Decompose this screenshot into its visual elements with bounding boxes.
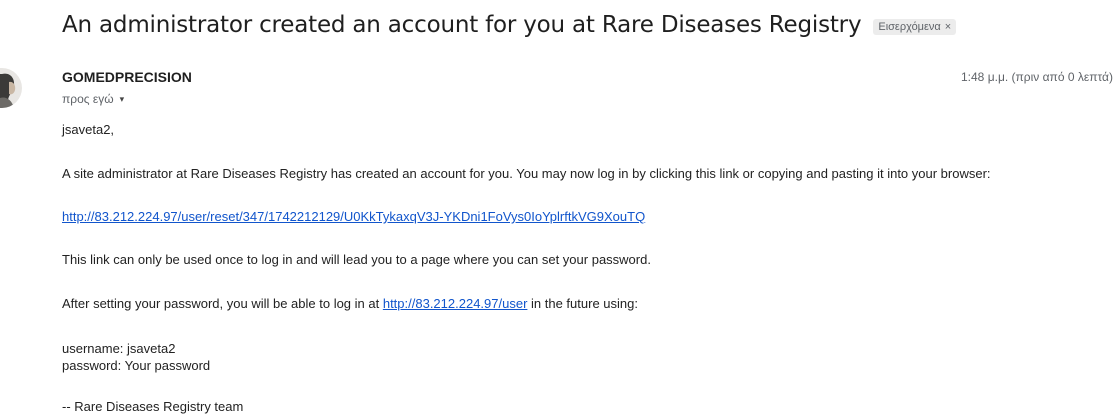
signature-line: -- Rare Diseases Registry team — [62, 399, 244, 414]
inbox-label-text: Εισερχόμενα — [878, 21, 941, 33]
sender-name: GOMEDPRECISION — [62, 69, 192, 85]
email-timestamp: 1:48 μ.μ. (πριν από 0 λεπτά) — [961, 70, 1113, 84]
inbox-label-chip[interactable]: Εισερχόμενα × — [873, 19, 957, 35]
remove-label-icon[interactable]: × — [945, 21, 951, 33]
show-details-icon[interactable]: ▾ — [120, 94, 125, 105]
recipient-text: προς εγώ — [62, 92, 114, 106]
reset-link-paragraph: http://83.212.224.97/user/reset/347/1742… — [62, 209, 645, 224]
sender-avatar[interactable] — [0, 68, 22, 108]
username-line: username: jsaveta2 — [62, 341, 176, 356]
password-line: password: Your password — [62, 358, 211, 373]
subject-row: An administrator created an account for … — [62, 12, 957, 38]
once-notice-paragraph: This link can only be used once to log i… — [62, 252, 651, 267]
email-view: An administrator created an account for … — [0, 0, 1117, 419]
reset-password-link[interactable]: http://83.212.224.97/user/reset/347/1742… — [62, 209, 645, 224]
login-info-paragraph: After setting your password, you will be… — [62, 296, 638, 311]
greeting-text: jsaveta2, — [62, 122, 115, 137]
intro-paragraph: A site administrator at Rare Diseases Re… — [62, 166, 991, 181]
login-info-prefix: After setting your password, you will be… — [62, 296, 383, 311]
recipient-row: προς εγώ ▾ — [62, 92, 124, 106]
email-subject: An administrator created an account for … — [62, 12, 862, 38]
login-page-link[interactable]: http://83.212.224.97/user — [383, 296, 528, 311]
login-info-suffix: in the future using: — [527, 296, 638, 311]
avatar-image — [0, 68, 22, 108]
